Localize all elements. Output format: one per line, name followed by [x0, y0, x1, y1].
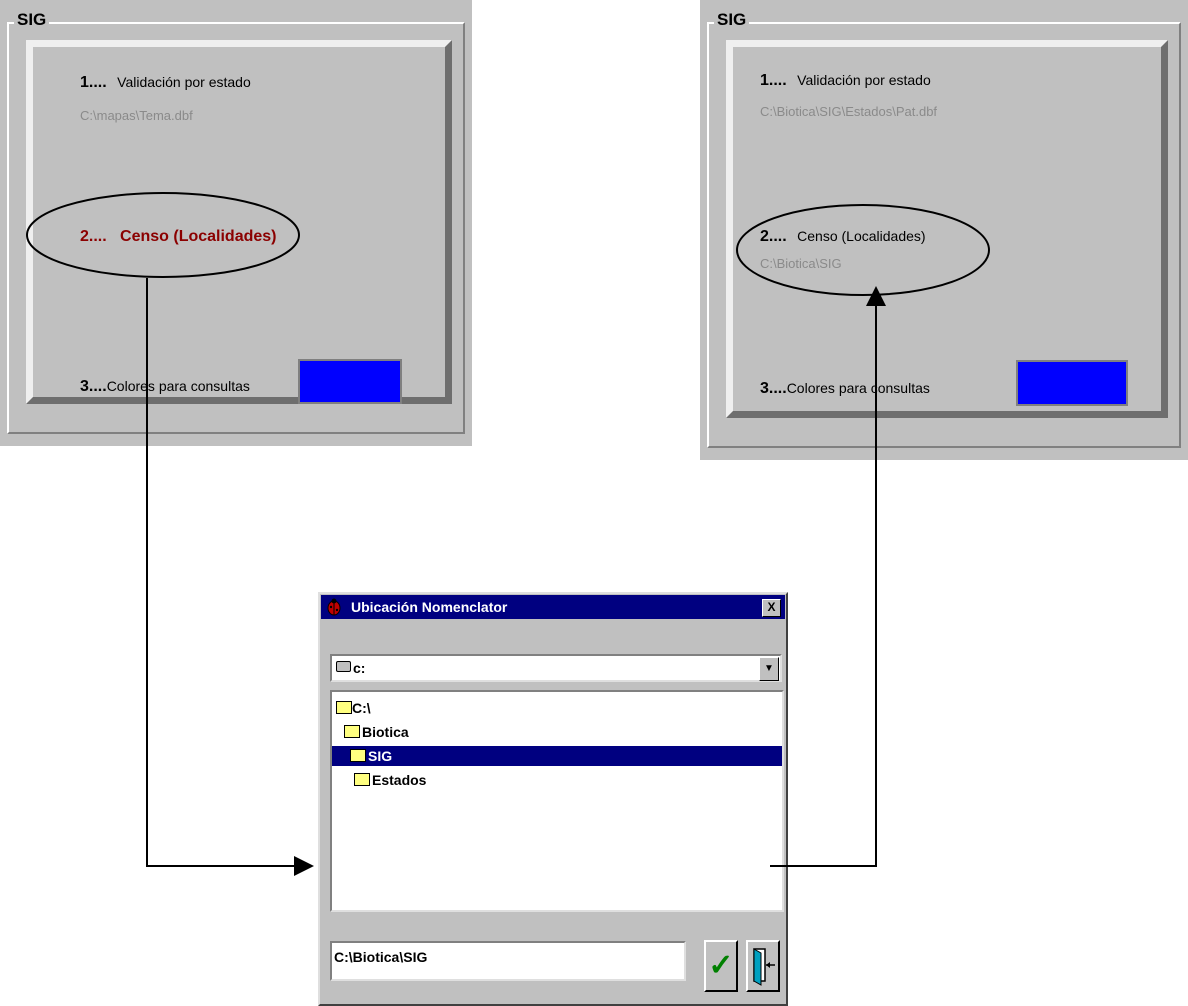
option-censo-highlighted[interactable]: 2.... Censo (Localidades): [80, 228, 277, 246]
option-number: 2....: [760, 228, 787, 245]
option-path: C:\Biotica\SIG\Estados\Pat.dbf: [760, 104, 938, 119]
option-number: 1....: [80, 74, 107, 91]
open-folder-icon: [336, 701, 352, 714]
path-input[interactable]: C:\Biotica\SIG: [330, 941, 686, 981]
check-icon: ✓: [708, 949, 734, 982]
color-swatch[interactable]: [1016, 360, 1128, 406]
option-label: Validación por estado: [797, 72, 931, 88]
drive-label: c:: [353, 660, 366, 676]
tree-item-sig[interactable]: SIG: [332, 746, 782, 766]
option-number: 3....: [760, 380, 787, 397]
sig-panel-left: SIG 1.... Validación por estado C:\mapas…: [0, 0, 472, 446]
option-label: Censo (Localidades): [797, 228, 926, 244]
option-number: 1....: [760, 72, 787, 89]
option-colores[interactable]: 3....Colores para consultas: [80, 378, 250, 396]
tree-item-biotica[interactable]: Biotica: [342, 722, 462, 742]
option-validacion[interactable]: 1.... Validación por estado: [760, 72, 931, 90]
ubicacion-dialog: Ubicación Nomenclator X c: ▼ C:\ Biotica…: [318, 592, 788, 1006]
exit-button[interactable]: [746, 940, 780, 992]
folder-tree[interactable]: C:\ Biotica SIG Estados: [330, 690, 784, 912]
panel-inner: [26, 40, 452, 404]
tree-item-label: C:\: [352, 700, 371, 716]
option-path: C:\Biotica\SIG: [760, 256, 842, 271]
option-path: C:\mapas\Tema.dbf: [80, 108, 193, 123]
tree-item-estados[interactable]: Estados: [352, 770, 472, 790]
drive-select[interactable]: c: ▼: [330, 654, 782, 682]
close-button[interactable]: X: [762, 599, 781, 617]
app-bug-icon: [327, 598, 341, 616]
chevron-down-icon[interactable]: ▼: [759, 657, 779, 681]
panel-legend: SIG: [14, 11, 50, 29]
ok-button[interactable]: ✓: [704, 940, 738, 992]
sig-panel-right: SIG 1.... Validación por estado C:\Bioti…: [700, 0, 1188, 460]
option-colores[interactable]: 3....Colores para consultas: [760, 380, 930, 398]
option-number: 3....: [80, 378, 107, 395]
option-censo[interactable]: 2.... Censo (Localidades): [760, 228, 926, 246]
tree-item-label: SIG: [368, 748, 393, 764]
tree-item-label: Estados: [372, 772, 427, 788]
option-validacion[interactable]: 1.... Validación por estado: [80, 74, 251, 92]
option-label: Validación por estado: [117, 74, 251, 90]
drive-icon: [336, 661, 351, 672]
dialog-titlebar[interactable]: Ubicación Nomenclator X: [321, 595, 785, 619]
tree-item-label: Biotica: [362, 724, 409, 740]
option-label: Colores para consultas: [786, 380, 930, 396]
panel-legend: SIG: [714, 11, 750, 29]
tree-item-root[interactable]: C:\: [334, 698, 454, 718]
dialog-title: Ubicación Nomenclator: [351, 599, 508, 615]
folder-icon: [354, 773, 370, 786]
open-folder-icon: [350, 749, 366, 762]
color-swatch[interactable]: [298, 359, 402, 404]
option-label: Colores para consultas: [106, 378, 250, 394]
exit-door-icon: [753, 948, 775, 986]
open-folder-icon: [344, 725, 360, 738]
